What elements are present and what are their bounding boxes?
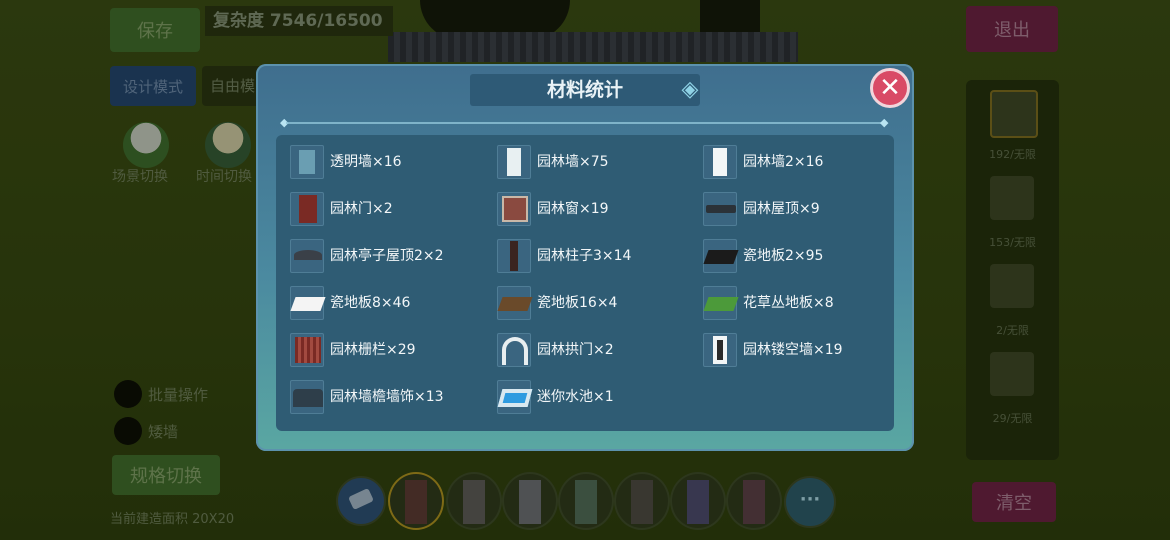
garden-window-icon: [502, 196, 528, 222]
material-item: 透明墙×16: [290, 145, 490, 181]
material-item: 园林亭子屋顶2×2: [290, 239, 490, 275]
transparent-wall-icon: [299, 150, 315, 174]
material-label: 园林拱门×2: [537, 342, 614, 358]
tile-floor-2-icon: [703, 250, 739, 264]
material-label: 花草丛地板×8: [743, 295, 834, 311]
material-thumb: [290, 239, 324, 273]
material-item: 园林栅栏×29: [290, 333, 490, 369]
close-button[interactable]: ✕: [870, 68, 910, 108]
flower-grass-floor-icon: [703, 297, 739, 311]
material-label: 瓷地板16×4: [537, 295, 618, 311]
material-item: 迷你水池×1: [497, 380, 697, 416]
garden-wall-2-icon: [713, 148, 727, 176]
material-thumb: [703, 192, 737, 226]
material-label: 园林亭子屋顶2×2: [330, 248, 444, 264]
title-divider: [286, 122, 884, 124]
close-icon: ✕: [879, 73, 901, 103]
material-label: 园林墙×75: [537, 154, 609, 170]
dialog-title: 材料统计: [470, 74, 700, 106]
material-thumb: [497, 192, 531, 226]
pavilion-roof-icon: [294, 250, 322, 260]
material-item: 瓷地板16×4: [497, 286, 697, 322]
material-thumb: [290, 333, 324, 367]
material-label: 瓷地板8×46: [330, 295, 411, 311]
material-item: 园林镂空墙×19: [703, 333, 903, 369]
material-label: 园林墙檐墙饰×13: [330, 389, 444, 405]
material-label: 园林柱子3×14: [537, 248, 632, 264]
material-item: 瓷地板2×95: [703, 239, 903, 275]
material-thumb: [290, 145, 324, 179]
material-item: 园林拱门×2: [497, 333, 697, 369]
material-thumb: [497, 145, 531, 179]
material-label: 园林栅栏×29: [330, 342, 416, 358]
material-item: 瓷地板8×46: [290, 286, 490, 322]
material-label: 园林屋顶×9: [743, 201, 820, 217]
material-item: 园林墙×75: [497, 145, 697, 181]
garden-arch-icon: [502, 337, 528, 365]
material-item: 园林柱子3×14: [497, 239, 697, 275]
material-thumb: [497, 380, 533, 414]
material-thumb: [497, 333, 531, 367]
garden-wall-icon: [507, 148, 521, 176]
title-ornament-right-icon: ◈: [681, 77, 699, 102]
material-thumb: [703, 239, 739, 273]
material-thumb: [703, 145, 737, 179]
material-list: 透明墙×16 园林墙×75 园林墙2×16 园林门×2 园林窗×19 园林屋顶×9 园林亭子…: [276, 135, 894, 431]
material-item: 园林墙2×16: [703, 145, 903, 181]
material-thumb: [497, 239, 531, 273]
material-stats-dialog: ◈ 材料统计 ◈ ✕ ◆ ◆ 透明墙×16园林墙×75园林墙2×16园林门×2园…: [256, 64, 914, 451]
garden-lattice-wall-icon: [713, 336, 727, 364]
material-item: 园林屋顶×9: [703, 192, 903, 228]
garden-roof-icon: [706, 205, 736, 213]
material-label: 园林墙2×16: [743, 154, 824, 170]
divider-ornament-icon: ◆: [880, 116, 889, 129]
material-thumb: [703, 333, 737, 367]
material-label: 园林门×2: [330, 201, 393, 217]
material-item: 园林窗×19: [497, 192, 697, 228]
mini-pool-icon: [497, 389, 533, 407]
material-label: 瓷地板2×95: [743, 248, 824, 264]
garden-fence-icon: [295, 337, 321, 363]
material-label: 迷你水池×1: [537, 389, 614, 405]
tile-floor-16-icon: [497, 297, 533, 311]
garden-pillar-icon: [510, 241, 518, 271]
material-label: 园林窗×19: [537, 201, 609, 217]
material-item: 园林墙檐墙饰×13: [290, 380, 490, 416]
tile-floor-8-icon: [290, 297, 326, 311]
material-thumb: [290, 380, 324, 414]
wall-eave-decor-icon: [293, 389, 323, 407]
material-label: 透明墙×16: [330, 154, 402, 170]
garden-door-icon: [299, 195, 317, 223]
material-thumb: [290, 286, 326, 320]
material-label: 园林镂空墙×19: [743, 342, 843, 358]
material-thumb: [290, 192, 324, 226]
material-thumb: [497, 286, 533, 320]
material-item: 园林门×2: [290, 192, 490, 228]
material-thumb: [703, 286, 739, 320]
material-item: 花草丛地板×8: [703, 286, 903, 322]
